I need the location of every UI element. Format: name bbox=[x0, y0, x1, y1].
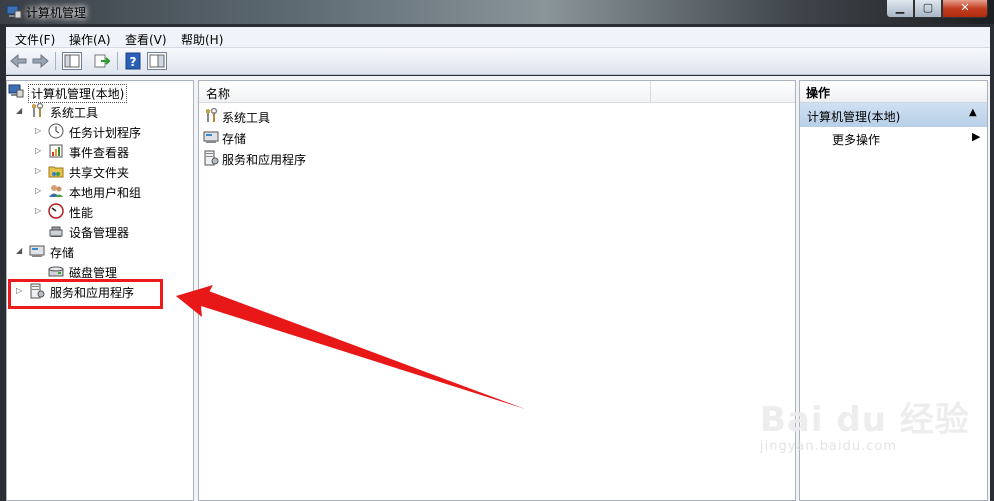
watermark-url: jingyan.baidu.com bbox=[760, 439, 897, 454]
watermark: Bai du 经验 jingyan.baidu.com bbox=[760, 392, 970, 454]
watermark-logo: Bai du 经验 bbox=[760, 400, 970, 440]
